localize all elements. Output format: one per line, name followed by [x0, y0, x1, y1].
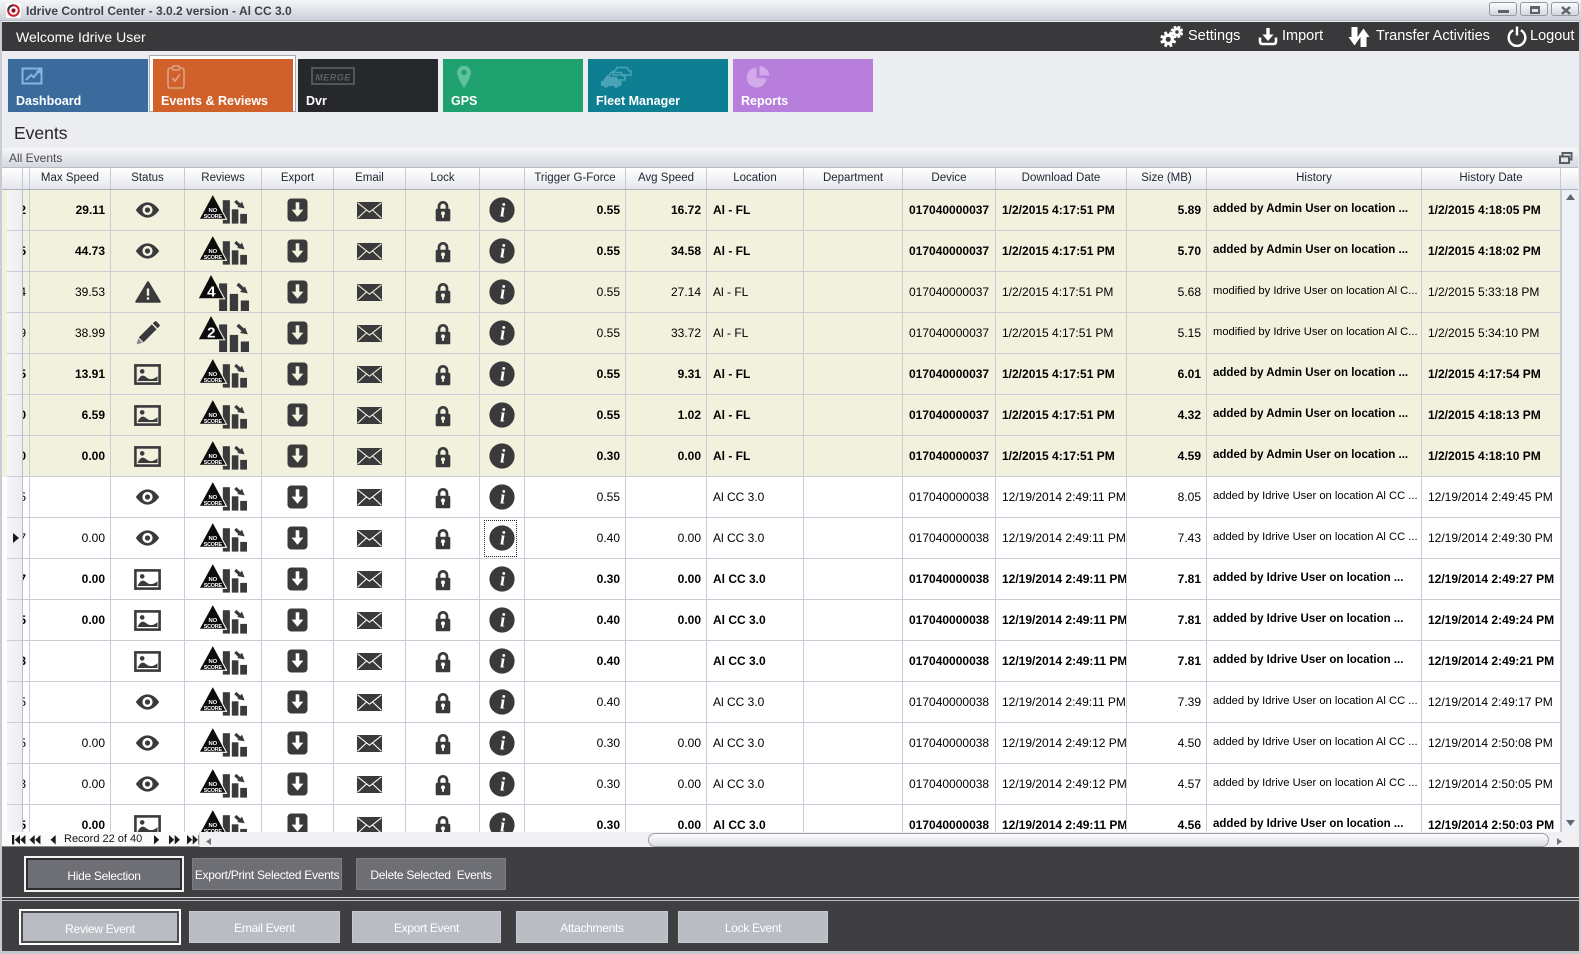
svg-text:i: i [500, 487, 506, 508]
svg-text:SCORE: SCORE [204, 378, 223, 384]
svg-text:i: i [500, 200, 506, 221]
svg-text:i: i [500, 446, 506, 467]
svg-text:NO: NO [208, 658, 217, 664]
svg-text:SCORE: SCORE [204, 419, 223, 425]
svg-text:i: i [500, 815, 506, 832]
svg-text:i: i [500, 733, 506, 754]
svg-text:NO: NO [208, 412, 217, 418]
svg-text:i: i [500, 282, 506, 303]
svg-text:NO: NO [208, 248, 217, 254]
svg-text:i: i [500, 692, 506, 713]
svg-text:SCORE: SCORE [204, 583, 223, 589]
svg-text:NO: NO [208, 740, 217, 746]
svg-text:SCORE: SCORE [204, 460, 223, 466]
svg-text:i: i [500, 323, 506, 344]
svg-text:NO: NO [208, 617, 217, 623]
svg-text:SCORE: SCORE [204, 255, 223, 261]
svg-text:i: i [500, 651, 506, 672]
svg-text:NO: NO [208, 822, 217, 828]
svg-text:NO: NO [208, 576, 217, 582]
svg-text:i: i [500, 774, 506, 795]
svg-text:SCORE: SCORE [204, 542, 223, 548]
svg-text:SCORE: SCORE [204, 788, 223, 794]
svg-text:i: i [500, 405, 506, 426]
svg-text:NO: NO [208, 494, 217, 500]
svg-text:4: 4 [207, 283, 216, 300]
svg-text:SCORE: SCORE [204, 747, 223, 753]
svg-text:2: 2 [207, 324, 215, 341]
svg-text:SCORE: SCORE [204, 501, 223, 507]
svg-text:SCORE: SCORE [204, 706, 223, 712]
svg-text:i: i [500, 610, 506, 631]
svg-text:SCORE: SCORE [204, 624, 223, 630]
svg-text:SCORE: SCORE [204, 665, 223, 671]
svg-text:NO: NO [208, 207, 217, 213]
svg-text:NO: NO [208, 699, 217, 705]
svg-text:SCORE: SCORE [204, 214, 223, 220]
svg-text:NO: NO [208, 781, 217, 787]
svg-text:NO: NO [208, 371, 217, 377]
svg-text:i: i [500, 241, 506, 262]
svg-text:i: i [500, 364, 506, 385]
svg-text:NO: NO [208, 453, 217, 459]
svg-text:NO: NO [208, 535, 217, 541]
svg-text:MERGE: MERGE [315, 73, 351, 83]
svg-text:i: i [500, 569, 506, 590]
